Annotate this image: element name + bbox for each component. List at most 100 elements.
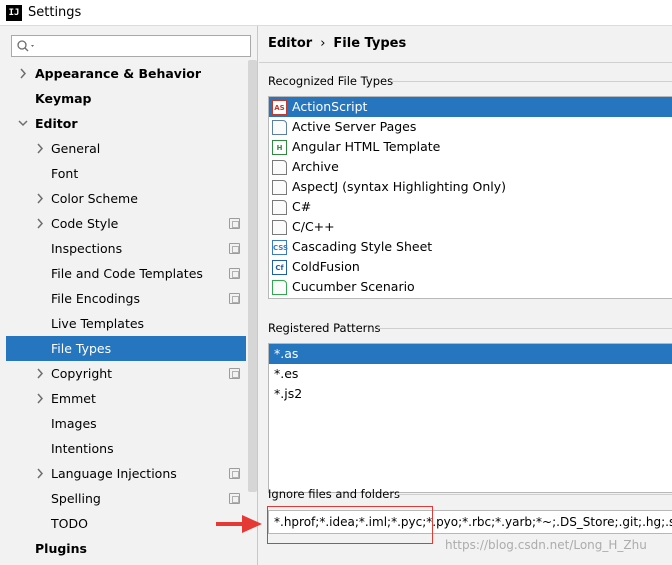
sidebar-item[interactable]: Live Templates	[6, 311, 246, 336]
file-type-label: ActionScript	[292, 99, 368, 114]
search-icon[interactable]	[16, 39, 38, 53]
title-bar: IJ Settings	[0, 0, 672, 26]
file-type-label: AspectJ (syntax Highlighting Only)	[292, 179, 507, 194]
pattern-label: *.js2	[274, 386, 303, 401]
search-input[interactable]	[38, 37, 248, 55]
project-scope-icon	[229, 293, 240, 304]
group-divider	[391, 81, 672, 82]
sidebar-item[interactable]: Appearance & Behavior	[6, 61, 246, 86]
sidebar-item[interactable]: Code Style	[6, 211, 246, 236]
file-type-row[interactable]: Cf ColdFusion	[269, 257, 672, 277]
ignore-files-field[interactable]	[268, 510, 672, 534]
pattern-row[interactable]: *.es	[269, 364, 672, 384]
file-type-label: C/C++	[292, 219, 335, 234]
window-title: Settings	[28, 5, 82, 20]
file-type-row[interactable]: CSS Cascading Style Sheet	[269, 237, 672, 257]
cpp-file-icon	[272, 220, 287, 235]
pattern-label: *.es	[274, 366, 299, 381]
pattern-label: *.as	[274, 346, 299, 361]
file-type-row[interactable]: Cucumber Scenario	[269, 277, 672, 297]
recognized-file-types-list[interactable]: AS ActionScript Active Server Pages H Angula…	[268, 96, 672, 299]
sidebar-scrollbar[interactable]	[248, 60, 257, 492]
settings-search[interactable]	[11, 35, 251, 57]
project-scope-icon	[229, 468, 240, 479]
header-divider	[259, 62, 672, 63]
file-type-label: Cucumber Scenario	[292, 279, 415, 294]
project-scope-icon	[229, 268, 240, 279]
chevron-right-icon[interactable]	[35, 186, 45, 211]
settings-tree: Appearance & Behavior Keymap Editor General…	[6, 61, 246, 561]
sidebar-item-label: Intentions	[51, 441, 114, 456]
sidebar-item-label: Font	[51, 166, 79, 181]
chevron-right-icon[interactable]	[35, 211, 45, 236]
registered-patterns-list[interactable]: *.as *.es *.js2	[268, 343, 672, 493]
sidebar-item[interactable]: TODO	[6, 511, 246, 536]
file-type-row[interactable]: C/C++	[269, 217, 672, 237]
sidebar-item[interactable]: File Encodings	[6, 286, 246, 311]
sidebar-item-label: TODO	[51, 516, 88, 531]
chevron-right-icon[interactable]	[35, 136, 45, 161]
chevron-right-icon[interactable]	[35, 361, 45, 386]
sidebar-item[interactable]: Font	[6, 161, 246, 186]
file-type-row[interactable]: AS ActionScript	[269, 97, 672, 117]
sidebar-item[interactable]: Images	[6, 411, 246, 436]
sidebar-item[interactable]: File and Code Templates	[6, 261, 246, 286]
sidebar-item[interactable]: Keymap	[6, 86, 246, 111]
sidebar-item-label: Plugins	[35, 541, 87, 556]
sidebar-item-label: Editor	[35, 116, 78, 131]
sidebar-item[interactable]: Spelling	[6, 486, 246, 511]
sidebar-item[interactable]: Plugins	[6, 536, 246, 561]
sidebar-item[interactable]: Editor	[6, 111, 246, 136]
settings-sidebar: Appearance & Behavior Keymap Editor General…	[0, 26, 258, 565]
sidebar-item[interactable]: Copyright	[6, 361, 246, 386]
file-type-label: Active Server Pages	[292, 119, 417, 134]
actionscript-icon: AS	[272, 100, 287, 115]
sidebar-item[interactable]: Emmet	[6, 386, 246, 411]
sidebar-item-label: Code Style	[51, 216, 119, 231]
project-scope-icon	[229, 218, 240, 229]
chevron-right-icon[interactable]	[35, 461, 45, 486]
sidebar-item-label: Language Injections	[51, 466, 177, 481]
breadcrumb-separator: ›	[320, 36, 326, 51]
sidebar-item-label: Live Templates	[51, 316, 145, 331]
pattern-row[interactable]: *.js2	[269, 384, 672, 404]
group-divider	[378, 328, 672, 329]
sidebar-item-label: Spelling	[51, 491, 101, 506]
pattern-row[interactable]: *.as	[269, 344, 672, 364]
sidebar-item[interactable]: Color Scheme	[6, 186, 246, 211]
ignore-files-input[interactable]	[269, 511, 672, 533]
cucumber-icon	[272, 280, 287, 295]
breadcrumb: Editor › File Types	[268, 36, 406, 51]
annotation-arrow-icon	[216, 515, 262, 533]
sidebar-item-label: File Types	[51, 341, 112, 356]
file-type-row[interactable]: Active Server Pages	[269, 117, 672, 137]
sidebar-item-label: Appearance & Behavior	[35, 66, 201, 81]
breadcrumb-parent[interactable]: Editor	[268, 36, 312, 51]
file-type-label: ColdFusion	[292, 259, 360, 274]
file-types-panel: Editor › File Types Recognized File Types …	[259, 26, 672, 565]
registered-patterns-label: Registered Patterns	[268, 321, 381, 335]
asp-file-icon	[272, 120, 287, 135]
file-type-label: Archive	[292, 159, 339, 174]
sidebar-item-label: File and Code Templates	[51, 266, 203, 281]
chevron-right-icon[interactable]	[18, 61, 28, 86]
intellij-logo-icon: IJ	[6, 5, 22, 21]
file-type-row[interactable]: C#	[269, 197, 672, 217]
sidebar-item[interactable]: General	[6, 136, 246, 161]
chevron-right-icon[interactable]	[35, 386, 45, 411]
sidebar-item[interactable]: Intentions	[6, 436, 246, 461]
sidebar-item-label: General	[51, 141, 101, 156]
sidebar-item-label: Emmet	[51, 391, 96, 406]
sidebar-item-label: Copyright	[51, 366, 113, 381]
chevron-down-icon[interactable]	[18, 111, 28, 136]
sidebar-item[interactable]: Inspections	[6, 236, 246, 261]
file-type-row[interactable]: AspectJ (syntax Highlighting Only)	[269, 177, 672, 197]
sidebar-item[interactable]: Language Injections	[6, 461, 246, 486]
sidebar-item[interactable]: File Types	[6, 336, 246, 361]
sidebar-item-label: Images	[51, 416, 97, 431]
archive-icon	[272, 160, 287, 175]
project-scope-icon	[229, 493, 240, 504]
file-type-row[interactable]: Archive	[269, 157, 672, 177]
file-type-row[interactable]: H Angular HTML Template	[269, 137, 672, 157]
recognized-file-types-label: Recognized File Types	[268, 74, 394, 88]
